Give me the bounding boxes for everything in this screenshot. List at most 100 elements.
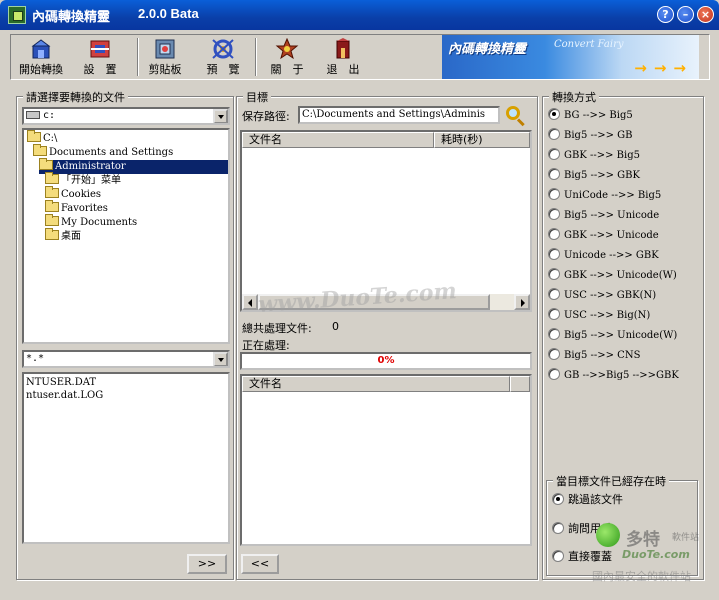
add-files-button[interactable]: >> bbox=[187, 554, 227, 574]
minimize-button[interactable]: – bbox=[677, 6, 694, 23]
clipboard-button[interactable]: 剪貼板 bbox=[141, 35, 189, 79]
conversion-option[interactable]: Big5 -->> GB bbox=[548, 128, 633, 144]
app-icon bbox=[8, 6, 26, 24]
exists-option-skip[interactable]: 跳過該文件 bbox=[552, 492, 623, 508]
watermark-logo-icon bbox=[596, 523, 620, 547]
chevron-down-icon[interactable] bbox=[213, 352, 228, 366]
radio-checked-icon[interactable] bbox=[552, 493, 564, 505]
progress-text: 0% bbox=[377, 355, 395, 366]
list-item[interactable]: NTUSER.DAT bbox=[26, 377, 96, 388]
scroll-right-icon[interactable] bbox=[514, 294, 530, 310]
conversion-option[interactable]: Big5 -->> GBK bbox=[548, 168, 640, 184]
folder-icon bbox=[27, 130, 41, 142]
radio-icon[interactable] bbox=[548, 368, 560, 380]
clipboard-icon bbox=[153, 38, 177, 60]
radio-checked-icon[interactable] bbox=[548, 108, 560, 120]
settings-button[interactable]: 設 置 bbox=[69, 35, 131, 79]
radio-icon[interactable] bbox=[548, 328, 560, 340]
conversion-option[interactable]: GBK -->> Big5 bbox=[548, 148, 640, 164]
column-header-filename-2[interactable]: 文件名 bbox=[242, 376, 510, 392]
start-convert-button[interactable]: 開始轉換 bbox=[13, 35, 69, 79]
target-panel-title: 目標 bbox=[243, 89, 271, 105]
tree-item-start-menu[interactable]: 「开始」菜单 bbox=[45, 172, 121, 188]
scroll-thumb[interactable] bbox=[258, 294, 490, 310]
radio-icon[interactable] bbox=[548, 168, 560, 180]
folder-open-icon bbox=[39, 158, 53, 170]
tree-item-documents-and-settings[interactable]: Documents and Settings bbox=[33, 144, 173, 160]
conversion-option[interactable]: Unicode -->> GBK bbox=[548, 248, 659, 264]
tree-item-my-documents[interactable]: My Documents bbox=[45, 214, 137, 230]
exit-button[interactable]: 退 出 bbox=[311, 35, 375, 79]
radio-icon[interactable] bbox=[548, 348, 560, 360]
column-header-time[interactable]: 耗時(秒) bbox=[434, 132, 530, 148]
preview-button[interactable]: 預 覽 bbox=[193, 35, 253, 79]
conversion-option[interactable]: GBK -->> Unicode(W) bbox=[548, 268, 677, 284]
file-list[interactable]: NTUSER.DAT ntuser.dat.LOG bbox=[22, 372, 230, 544]
radio-icon[interactable] bbox=[548, 148, 560, 160]
banner-arrows-icon: →→→ bbox=[634, 59, 693, 77]
radio-icon[interactable] bbox=[548, 128, 560, 140]
radio-icon[interactable] bbox=[548, 208, 560, 220]
window-title: 內碼轉換精靈 bbox=[32, 10, 111, 25]
conversion-option-label: USC -->> Big(N) bbox=[564, 310, 651, 321]
save-path-label: 保存路徑: bbox=[242, 110, 290, 123]
processed-file-list[interactable]: 文件名 bbox=[240, 374, 532, 546]
radio-icon[interactable] bbox=[552, 550, 564, 562]
radio-icon[interactable] bbox=[548, 268, 560, 280]
radio-icon[interactable] bbox=[548, 228, 560, 240]
chevron-down-icon[interactable] bbox=[213, 109, 228, 123]
conversion-option-label: Big5 -->> Unicode(W) bbox=[564, 330, 678, 341]
conversion-option[interactable]: GBK -->> Unicode bbox=[548, 228, 659, 244]
horizontal-scrollbar[interactable] bbox=[242, 294, 530, 310]
watermark-badge-sub: 軟件站 bbox=[672, 533, 700, 543]
file-filter-select[interactable]: *.* bbox=[22, 350, 230, 368]
radio-icon[interactable] bbox=[548, 248, 560, 260]
exists-policy-title: 當目標文件已經存在時 bbox=[553, 473, 669, 489]
conversion-option[interactable]: Big5 -->> Unicode bbox=[548, 208, 659, 224]
conversion-option-label: USC -->> GBK(N) bbox=[564, 290, 657, 301]
column-header-filename[interactable]: 文件名 bbox=[242, 132, 434, 148]
settings-icon bbox=[88, 38, 112, 60]
conversion-option[interactable]: BG -->> Big5 bbox=[548, 108, 633, 124]
tree-item-favorites[interactable]: Favorites bbox=[45, 200, 108, 216]
conversion-option[interactable]: USC -->> Big(N) bbox=[548, 308, 650, 324]
folder-icon bbox=[45, 214, 59, 226]
banner-title: 內碼轉換精靈 bbox=[448, 42, 527, 57]
exists-option-overwrite[interactable]: 直接覆蓋 bbox=[552, 549, 612, 565]
tree-item-cookies[interactable]: Cookies bbox=[45, 186, 101, 202]
progress-bar: 0% bbox=[240, 352, 532, 370]
conversion-option[interactable]: Big5 -->> CNS bbox=[548, 348, 640, 364]
tree-item-desktop[interactable]: 桌面 bbox=[45, 228, 81, 244]
radio-icon[interactable] bbox=[552, 522, 564, 534]
browse-folder-button[interactable] bbox=[504, 104, 528, 127]
app-banner: 內碼轉換精靈 Convert Fairy →→→ bbox=[442, 35, 699, 79]
folder-tree[interactable]: C:\ Documents and Settings Administrator… bbox=[22, 128, 230, 344]
radio-icon[interactable] bbox=[548, 288, 560, 300]
conversion-option[interactable]: USC -->> GBK(N) bbox=[548, 288, 656, 304]
drive-select[interactable]: c: bbox=[22, 107, 230, 125]
tree-item-root[interactable]: C:\ bbox=[27, 130, 57, 146]
save-path-input[interactable]: C:\Documents and Settings\Adminis bbox=[298, 106, 500, 124]
conversion-option[interactable]: UniCode -->> Big5 bbox=[548, 188, 661, 204]
tree-item-administrator[interactable]: Administrator bbox=[39, 158, 228, 174]
processing-label: 正在處理: bbox=[242, 339, 290, 352]
exit-icon bbox=[331, 38, 355, 60]
scroll-left-icon[interactable] bbox=[242, 294, 258, 310]
radio-icon[interactable] bbox=[548, 308, 560, 320]
list-item[interactable]: ntuser.dat.LOG bbox=[26, 390, 103, 401]
remove-files-button[interactable]: << bbox=[241, 554, 279, 574]
conversion-panel-title: 轉換方式 bbox=[549, 89, 599, 105]
close-button[interactable]: × bbox=[697, 6, 714, 23]
help-button[interactable]: ? bbox=[657, 6, 674, 23]
total-files-label: 總共處理文件: bbox=[242, 322, 312, 335]
watermark-bottom-text: 國內最安全的軟件站 bbox=[592, 570, 691, 583]
about-button[interactable]: 關 于 bbox=[259, 35, 315, 79]
radio-icon[interactable] bbox=[548, 188, 560, 200]
start-convert-icon bbox=[29, 38, 53, 60]
drive-icon bbox=[26, 111, 40, 119]
conversion-option-label: Big5 -->> GB bbox=[564, 130, 633, 141]
target-file-list[interactable]: 文件名 耗時(秒) bbox=[240, 130, 532, 312]
conversion-option[interactable]: Big5 -->> Unicode(W) bbox=[548, 328, 677, 344]
folder-icon bbox=[45, 172, 59, 184]
conversion-option[interactable]: GB -->>Big5 -->>GBK bbox=[548, 368, 679, 384]
